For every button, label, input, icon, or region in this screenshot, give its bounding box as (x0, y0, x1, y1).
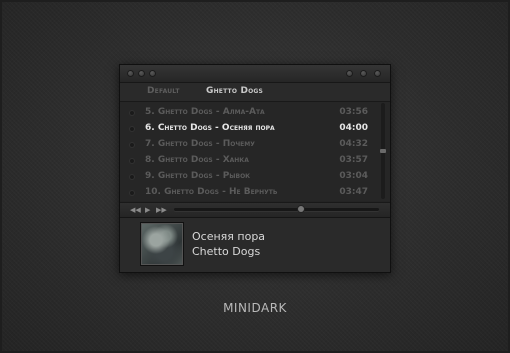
track-title: 10. Ghetto Dogs - Не Вернуть (145, 187, 278, 197)
row-bullet (129, 110, 135, 116)
row-bullet (129, 174, 135, 180)
track-duration: 03:47 (339, 187, 368, 197)
playlist-row[interactable]: 8. Ghetto Dogs - Ханка 03:57 (120, 153, 382, 169)
now-playing-panel: Осеняя пора Chetto Dogs (120, 218, 390, 272)
close-dot[interactable] (374, 70, 381, 77)
track-duration: 04:32 (339, 139, 368, 149)
playlist-scrollbar[interactable] (380, 103, 386, 199)
track-title: 5. Ghetto Dogs - Алма-Ата (145, 107, 265, 117)
tab-default[interactable]: Default (147, 86, 180, 96)
now-playing-artist: Chetto Dogs (192, 245, 261, 258)
tab-ghetto-dogs[interactable]: Ghetto Dogs (206, 86, 263, 96)
playlist: 5. Ghetto Dogs - Алма-Ата 03:56 6. Chett… (120, 102, 390, 201)
track-duration: 03:56 (339, 107, 368, 117)
playlist-row-active[interactable]: 6. Chetto Dogs - Осеняя пора 04:00 (120, 121, 382, 137)
player-window: Default Ghetto Dogs 5. Ghetto Dogs - Алм… (119, 64, 391, 273)
window-dot-1[interactable] (127, 70, 134, 77)
seek-bar[interactable] (174, 206, 379, 212)
row-bullet (129, 142, 135, 148)
track-duration: 03:04 (339, 171, 368, 181)
track-title: 9. Ghetto Dogs - Рывок (145, 171, 251, 181)
playlist-row[interactable]: 7. Ghetto Dogs - Почему 04:32 (120, 137, 382, 153)
track-title: 7. Ghetto Dogs - Почему (145, 139, 255, 149)
album-cover (141, 223, 183, 265)
row-bullet (129, 190, 135, 196)
seek-knob[interactable] (298, 206, 304, 212)
title-bar[interactable] (120, 65, 390, 83)
track-duration: 04:00 (339, 123, 368, 133)
row-bullet (129, 158, 135, 164)
maximize-dot[interactable] (360, 70, 367, 77)
previous-icon[interactable]: ◀◀ (130, 204, 141, 216)
window-dot-2[interactable] (138, 70, 145, 77)
play-icon[interactable]: ▶ (145, 204, 150, 216)
now-playing-title: Осеняя пора (192, 230, 266, 243)
skin-name: MINIDARK (223, 301, 287, 315)
playlist-tabs: Default Ghetto Dogs (120, 83, 390, 102)
playback-controls: ◀◀ ▶ ▶▶ (120, 202, 390, 218)
next-icon[interactable]: ▶▶ (156, 204, 167, 216)
track-title: 8. Ghetto Dogs - Ханка (145, 155, 249, 165)
window-dot-3[interactable] (149, 70, 156, 77)
minimize-dot[interactable] (346, 70, 353, 77)
row-bullet (129, 126, 135, 132)
track-title: 6. Chetto Dogs - Осеняя пора (145, 123, 275, 133)
scrollbar-thumb[interactable] (380, 149, 386, 153)
playlist-row[interactable]: 10. Ghetto Dogs - Не Вернуть 03:47 (120, 185, 382, 201)
track-duration: 03:57 (339, 155, 368, 165)
playlist-row[interactable]: 5. Ghetto Dogs - Алма-Ата 03:56 (120, 105, 382, 121)
playlist-row[interactable]: 9. Ghetto Dogs - Рывок 03:04 (120, 169, 382, 185)
